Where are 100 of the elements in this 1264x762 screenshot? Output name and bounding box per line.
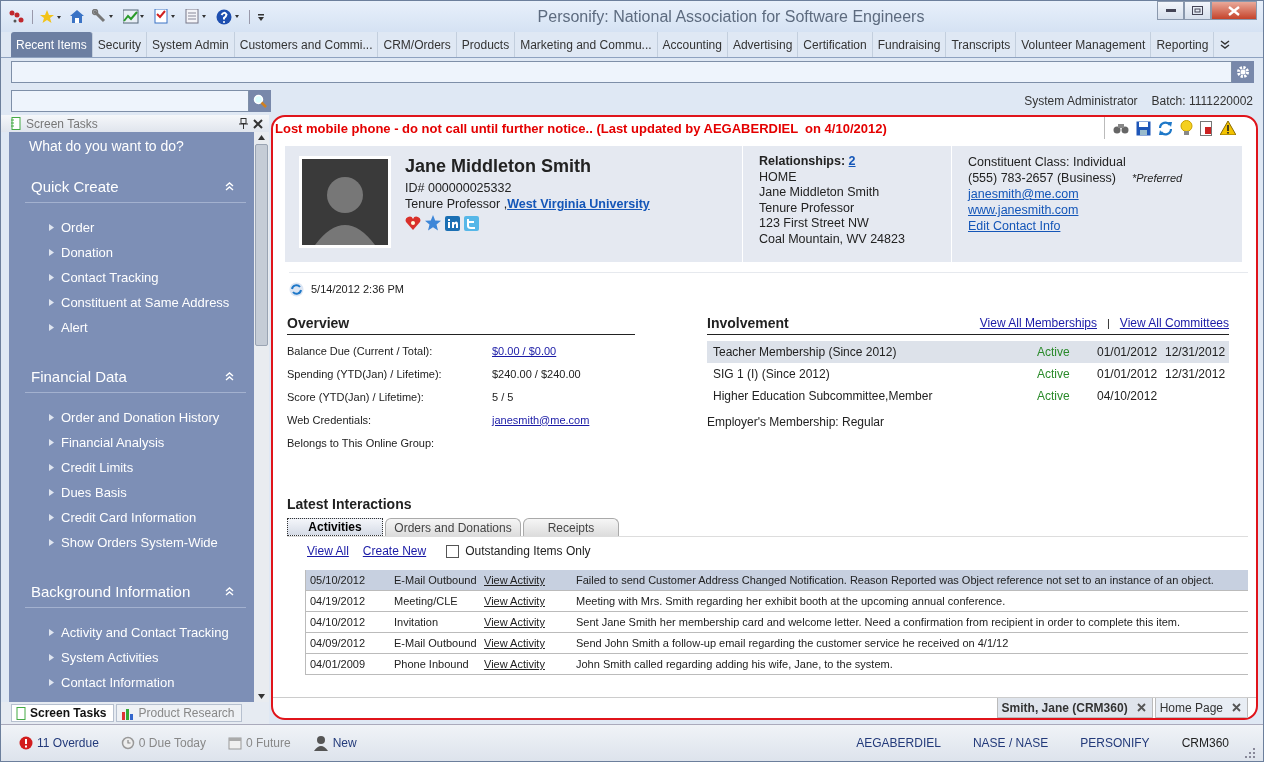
customize-toolbar-icon[interactable]	[257, 11, 265, 22]
view-activity-link[interactable]: View Activity	[484, 616, 576, 628]
window-title: Personify: National Association for Software Engineers	[536, 7, 926, 26]
clock-icon	[120, 736, 135, 750]
minimize-button[interactable]	[1157, 1, 1184, 20]
relationships-count-link[interactable]: 2	[848, 154, 856, 168]
app-logo-icon[interactable]	[9, 8, 25, 25]
view-activity-link[interactable]: View Activity	[484, 574, 576, 586]
activity-row[interactable]: 04/10/2012 Invitation View Activity Sent Jane Smith her membership card and welcome letter. Need a confirmation from recipient in order to complete this item.	[306, 612, 1248, 633]
chevron-icon[interactable]	[225, 181, 234, 191]
settings-button[interactable]	[1232, 61, 1254, 83]
search-field[interactable]	[11, 90, 249, 112]
chevron-down-icon[interactable]	[1220, 39, 1231, 50]
menu-tab[interactable]: Transcripts	[946, 32, 1017, 57]
panel-tab[interactable]: Screen Tasks	[11, 704, 114, 722]
save-icon[interactable]	[1136, 120, 1151, 136]
refresh-icon[interactable]	[1158, 120, 1173, 136]
menu-tab[interactable]: Certification	[798, 32, 873, 57]
view-all-committees-link[interactable]: View All Committees	[1119, 316, 1229, 330]
refresh-icon[interactable]	[289, 281, 304, 297]
menu-tab[interactable]: CRM/Orders	[378, 32, 457, 57]
contact-link[interactable]: janesmith@me.com	[968, 187, 1079, 201]
status-item[interactable]: 11 Overdue	[19, 736, 99, 750]
lightbulb-icon[interactable]	[1180, 120, 1193, 136]
menu-tab[interactable]: Customers and Commi...	[234, 32, 379, 57]
document-icon[interactable]	[185, 9, 209, 24]
close-icon[interactable]	[1232, 703, 1241, 712]
menu-tab[interactable]: Security	[92, 32, 148, 57]
involvement-row[interactable]: Teacher Membership (Since 2012) Active 01/01/2012 12/31/2012	[707, 341, 1229, 363]
view-all-memberships-link[interactable]: View All Memberships	[979, 316, 1097, 330]
checkbox[interactable]	[446, 544, 460, 558]
menu-tab[interactable]: Volunteer Management	[1016, 32, 1152, 57]
type-cell-text: E-Mail Outbound	[394, 574, 478, 586]
warning-icon[interactable]	[1220, 121, 1236, 135]
close-button[interactable]	[1211, 1, 1257, 20]
interaction-tab[interactable]: Receipts	[523, 518, 619, 536]
social-square-icon[interactable]	[445, 215, 460, 231]
start-date: 01/01/2012	[1097, 345, 1159, 359]
activity-row[interactable]: 04/19/2012 Meeting/CLE View Activity Meeting with Mrs. Smith regarding her exhibit booth at the upcoming annual conference.	[306, 591, 1248, 612]
field-value-link[interactable]: janesmith@me.com	[492, 413, 590, 426]
type-cell-text: Invitation	[394, 616, 440, 628]
involvement-row[interactable]: SIG 1 (I) (Since 2012) Active 01/01/2012 12/31/2012	[707, 363, 1229, 385]
restore-button[interactable]	[1184, 1, 1211, 20]
triangle-icon	[49, 439, 54, 446]
menu-tab[interactable]: Accounting	[657, 32, 728, 57]
create-new-link[interactable]: Create New	[362, 544, 427, 558]
chart-icon[interactable]	[123, 9, 147, 24]
document-tab[interactable]: Home Page	[1154, 698, 1248, 718]
menu-tab[interactable]: System Admin	[147, 32, 235, 57]
type-cell-text: Phone Inbound	[394, 658, 470, 670]
menu-tab[interactable]: Products	[456, 32, 516, 57]
description-cell: Send John Smith a follow-up email regarding the customer service he received on 4/1/12	[576, 637, 1009, 649]
contact-link[interactable]: www.janesmith.com	[968, 203, 1079, 217]
bar-chart-icon	[120, 706, 135, 720]
view-activity-link[interactable]: View Activity	[484, 658, 576, 670]
view-all-link[interactable]: View All	[307, 544, 349, 558]
checklist-icon[interactable]	[154, 9, 178, 24]
field-value-link[interactable]: $0.00 / $0.00	[492, 344, 557, 357]
menu-tab[interactable]: Advertising	[727, 32, 799, 57]
chevron-icon[interactable]	[225, 586, 234, 596]
address-line: 123 First Street NW	[759, 216, 870, 232]
document-tab[interactable]: Smith, Jane (CRM360)	[996, 698, 1153, 718]
scrollbar[interactable]	[254, 132, 269, 702]
close-icon[interactable]	[253, 118, 263, 129]
scroll-up-icon[interactable]	[258, 135, 265, 140]
search-button[interactable]	[249, 90, 271, 112]
contact-link[interactable]: Edit Contact Info	[968, 219, 1061, 233]
employer-membership: Employer's Membership: Regular	[707, 415, 886, 429]
triangle-icon	[49, 679, 54, 686]
date-cell-text: 04/01/2009	[310, 658, 367, 670]
activity-row[interactable]: 05/10/2012 E-Mail Outbound View Activity Failed to send Customer Address Changed Notification. Reason Reported was Object reference not set to an instance of an object.	[306, 570, 1248, 591]
wrench-icon[interactable]	[92, 9, 116, 24]
menu-tab[interactable]: Reporting	[1151, 32, 1215, 57]
command-field[interactable]	[11, 61, 1232, 83]
binoculars-icon[interactable]	[1113, 122, 1129, 134]
view-activity-link[interactable]: View Activity	[484, 595, 576, 607]
interaction-tab[interactable]: Orders and Donations	[385, 518, 521, 536]
activity-row[interactable]: 04/09/2012 E-Mail Outbound View Activity Send John Smith a follow-up email regarding the customer service he received on 4/1/12	[306, 633, 1248, 654]
heart-icon[interactable]	[405, 216, 421, 230]
star-icon[interactable]	[40, 9, 62, 24]
chevron-icon[interactable]	[225, 371, 234, 381]
view-activity-link[interactable]: View Activity	[484, 637, 576, 649]
menu-tab[interactable]: Fundraising	[872, 32, 947, 57]
scroll-down-icon[interactable]	[258, 694, 265, 699]
menu-tab[interactable]: Marketing and Commu...	[515, 32, 658, 57]
involvement-row[interactable]: Higher Education Subcommittee,Member Active 04/10/2012	[707, 385, 1229, 407]
organization-link[interactable]: West Virginia University	[507, 197, 650, 211]
close-icon[interactable]	[1136, 703, 1146, 712]
triangle-icon	[49, 489, 54, 496]
home-icon[interactable]	[69, 9, 85, 24]
pin-icon[interactable]	[239, 118, 248, 129]
resize-grip-icon[interactable]	[1245, 748, 1255, 758]
star-icon[interactable]	[425, 215, 441, 231]
end-date: 12/31/2012	[1165, 367, 1226, 381]
report-icon[interactable]	[1200, 120, 1213, 136]
activity-row[interactable]: 04/01/2009 Phone Inbound View Activity John Smith called regarding adding his wife, Jane, to the system.	[306, 654, 1248, 675]
status-item[interactable]: New	[312, 735, 357, 751]
help-icon[interactable]	[216, 8, 242, 25]
menu-tab[interactable]: Recent Items	[11, 32, 93, 57]
interaction-tab[interactable]: Activities	[287, 518, 383, 536]
